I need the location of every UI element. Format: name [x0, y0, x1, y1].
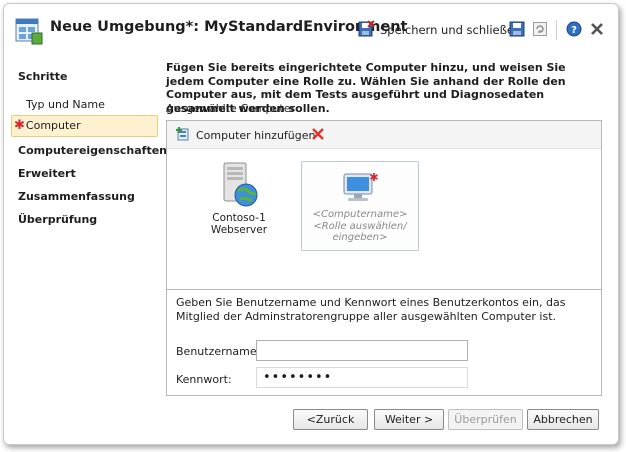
new-computer-icon: ✱ — [302, 170, 418, 209]
svg-text:?: ? — [571, 25, 577, 36]
svg-text:✱: ✱ — [369, 171, 378, 184]
back-button[interactable]: <Zurück — [293, 409, 368, 430]
step-advanced[interactable]: Erweitert — [18, 167, 76, 180]
add-computer-icon — [175, 126, 191, 145]
environment-icon — [14, 16, 44, 46]
role-placeholder: <Rolle auswählen/ eingeben> — [313, 220, 407, 244]
help-icon: ? — [566, 21, 582, 40]
step-type-and-name[interactable]: Typ und Name — [26, 98, 105, 111]
computer-name-placeholder: <Computername> — [312, 209, 408, 220]
next-button[interactable]: Weiter > — [374, 409, 444, 430]
window-title: Neue Umgebung*: MyStandardEnvironment — [50, 19, 408, 35]
computers-panel: Computer hinzufügen Contoso-1 Webserver … — [166, 120, 602, 396]
step-summary[interactable]: Zusammenfassung — [18, 190, 135, 203]
refresh-icon — [532, 21, 548, 40]
save-button[interactable] — [509, 18, 525, 42]
computer-role: Webserver — [210, 224, 268, 236]
steps-sidebar: Schritte Typ und Name ✱Computer Computer… — [4, 58, 167, 444]
toolbar-divider — [556, 20, 557, 40]
cancel-button[interactable]: Abbrechen — [527, 409, 599, 430]
step-computer[interactable]: ✱Computer — [11, 115, 158, 137]
close-icon — [590, 22, 604, 39]
server-icon — [216, 162, 262, 212]
help-button[interactable]: ? — [566, 18, 582, 42]
remove-icon — [311, 128, 325, 144]
close-button[interactable] — [590, 18, 604, 42]
save-close-icon — [357, 19, 375, 41]
add-computer-label: Computer hinzufügen — [196, 129, 316, 142]
remove-computer-button[interactable] — [311, 127, 325, 144]
computer-tile-contoso[interactable]: Contoso-1 Webserver — [197, 161, 281, 236]
computer-tile-new[interactable]: ✱ <Computername> <Rolle auswählen/ einge… — [301, 161, 419, 251]
save-and-close-button[interactable]: Speichern und schließen — [357, 18, 521, 42]
refresh-button[interactable] — [532, 18, 548, 42]
computers-list: Contoso-1 Webserver ✱ <Computername> <Ro… — [167, 149, 601, 289]
step-computer-properties[interactable]: Computereigenschaften — [18, 144, 167, 157]
password-label: Kennwort: — [176, 373, 232, 386]
verify-button[interactable]: Überprüfen — [448, 409, 523, 430]
steps-title: Schritte — [18, 70, 68, 83]
step-verification[interactable]: Überprüfung — [18, 213, 97, 226]
password-field[interactable]: •••••••• — [256, 367, 468, 388]
username-label: Benutzername: — [176, 345, 261, 358]
title-bar: Neue Umgebung*: MyStandardEnvironment Sp… — [4, 4, 618, 58]
username-field[interactable] — [256, 340, 468, 361]
selected-computers-label: Ausgewählte Computer — [166, 102, 296, 115]
wizard-window: Neue Umgebung*: MyStandardEnvironment Sp… — [3, 3, 619, 445]
save-icon — [509, 21, 525, 40]
required-marker-icon: ✱ — [14, 118, 25, 133]
credentials-instructions: Geben Sie Benutzername und Kennwort eine… — [176, 296, 566, 323]
computers-toolbar: Computer hinzufügen — [167, 121, 601, 149]
save-close-label: Speichern und schließen — [380, 23, 522, 37]
credentials-section: Geben Sie Benutzername und Kennwort eine… — [167, 289, 601, 396]
step-computer-label: Computer — [25, 119, 81, 132]
add-computer-button[interactable]: Computer hinzufügen — [175, 126, 316, 145]
computer-name: Contoso-1 — [212, 212, 266, 224]
